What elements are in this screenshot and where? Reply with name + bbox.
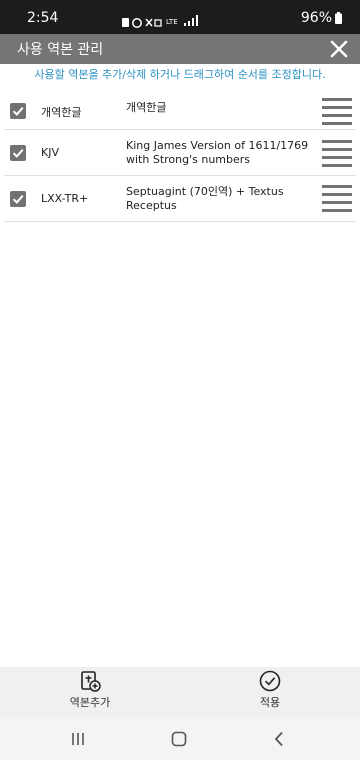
version-checkbox[interactable] [10, 191, 26, 207]
version-row[interactable]: LXX-TR+ Septuagint (70인역) + Textus Recep… [4, 176, 356, 222]
bottom-action-bar: 역본추가 적용 [0, 667, 360, 718]
version-abbr: KJV [41, 146, 59, 159]
version-checkbox[interactable] [10, 103, 26, 119]
signal-icons: LTE [166, 12, 202, 31]
book-add-icon [81, 671, 101, 692]
page-title: 사용 역본 관리 [17, 42, 104, 58]
add-version-button[interactable]: 역본추가 [0, 667, 180, 718]
apply-button[interactable]: 적용 [180, 667, 360, 718]
check-icon [12, 194, 24, 204]
version-name: 개역한글 [126, 101, 167, 114]
battery-status: 96% [301, 10, 342, 26]
drag-handle-icon[interactable] [322, 98, 352, 128]
drag-handle-icon[interactable] [322, 185, 352, 215]
version-checkbox[interactable] [10, 145, 26, 161]
version-name: King James Version of 1611/1769 with Str… [126, 139, 309, 166]
instruction-text: 사용할 역본을 추가/삭제 하거나 드래그하여 순서를 조정합니다. [34, 68, 326, 81]
drag-handle-icon[interactable] [322, 140, 352, 170]
system-nav-bar [0, 718, 360, 760]
back-icon[interactable] [273, 731, 285, 747]
version-abbr: LXX-TR+ [41, 192, 89, 205]
apply-label: 적용 [259, 696, 281, 709]
close-icon[interactable] [330, 40, 348, 58]
version-name: Septuagint (70인역) + Textus Receptus [126, 185, 284, 212]
check-circle-icon [259, 670, 281, 692]
app-bar: 사용 역본 관리 [0, 34, 360, 64]
check-icon [12, 106, 24, 116]
version-row[interactable]: 개역한글 개역한글 [4, 86, 356, 130]
home-icon[interactable] [171, 731, 187, 747]
battery-icon [335, 12, 342, 24]
status-time: 2:54 [27, 10, 59, 26]
add-version-label: 역본추가 [69, 696, 111, 709]
recent-apps-icon[interactable] [71, 732, 85, 746]
version-abbr: 개역한글 [41, 106, 82, 119]
version-row[interactable]: KJV King James Version of 1611/1769 with… [4, 130, 356, 176]
status-bar: 2:54 LTE 96% [0, 0, 360, 34]
notification-icons [122, 13, 162, 32]
check-icon [12, 148, 24, 158]
svg-text:LTE: LTE [166, 18, 178, 26]
battery-level: 96% [300, 10, 332, 26]
